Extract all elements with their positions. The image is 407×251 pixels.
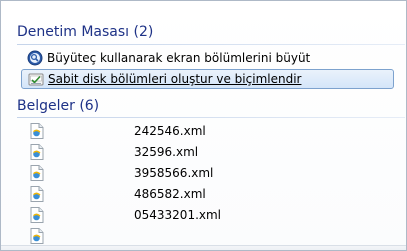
file-item[interactable]: 3958566.xml bbox=[30, 164, 390, 182]
disk-management-icon bbox=[28, 73, 44, 86]
xml-file-icon bbox=[30, 207, 44, 223]
xml-file-icon bbox=[30, 228, 44, 244]
result-item-label: Büyüteç kullanarak ekran bölümlerini büy… bbox=[47, 51, 311, 65]
file-name: 3958566.xml bbox=[134, 166, 214, 180]
panel-bottom-edge bbox=[1, 245, 406, 250]
group-divider bbox=[17, 44, 405, 45]
result-item-label: Sabit disk bölümleri oluştur ve biçimlen… bbox=[48, 72, 302, 86]
file-name: 32596.xml bbox=[134, 145, 199, 159]
file-item[interactable]: 05433201.xml bbox=[30, 206, 390, 224]
group-header-control-panel: Denetim Masası (2) bbox=[17, 24, 154, 40]
group-header-documents: Belgeler (6) bbox=[17, 98, 100, 114]
result-item-disk-management[interactable]: Sabit disk bölümleri oluştur ve biçimlen… bbox=[21, 69, 394, 89]
file-item[interactable]: 242546.xml bbox=[30, 122, 390, 140]
xml-file-icon bbox=[30, 123, 44, 139]
group-divider bbox=[17, 117, 405, 118]
xml-file-icon bbox=[30, 186, 44, 202]
magnifier-icon bbox=[27, 50, 43, 66]
xml-file-icon bbox=[30, 165, 44, 181]
file-name: 05433201.xml bbox=[134, 208, 222, 222]
result-item-magnifier[interactable]: Büyüteç kullanarak ekran bölümlerini büy… bbox=[21, 48, 393, 68]
file-name: 242546.xml bbox=[134, 124, 206, 138]
file-name: 486582.xml bbox=[134, 187, 206, 201]
xml-file-icon bbox=[30, 144, 44, 160]
file-item[interactable] bbox=[30, 227, 390, 245]
file-item[interactable]: 486582.xml bbox=[30, 185, 390, 203]
file-item[interactable]: 32596.xml bbox=[30, 143, 390, 161]
search-results-panel: Denetim Masası (2) Büyüteç kullanarak ek… bbox=[0, 0, 407, 251]
